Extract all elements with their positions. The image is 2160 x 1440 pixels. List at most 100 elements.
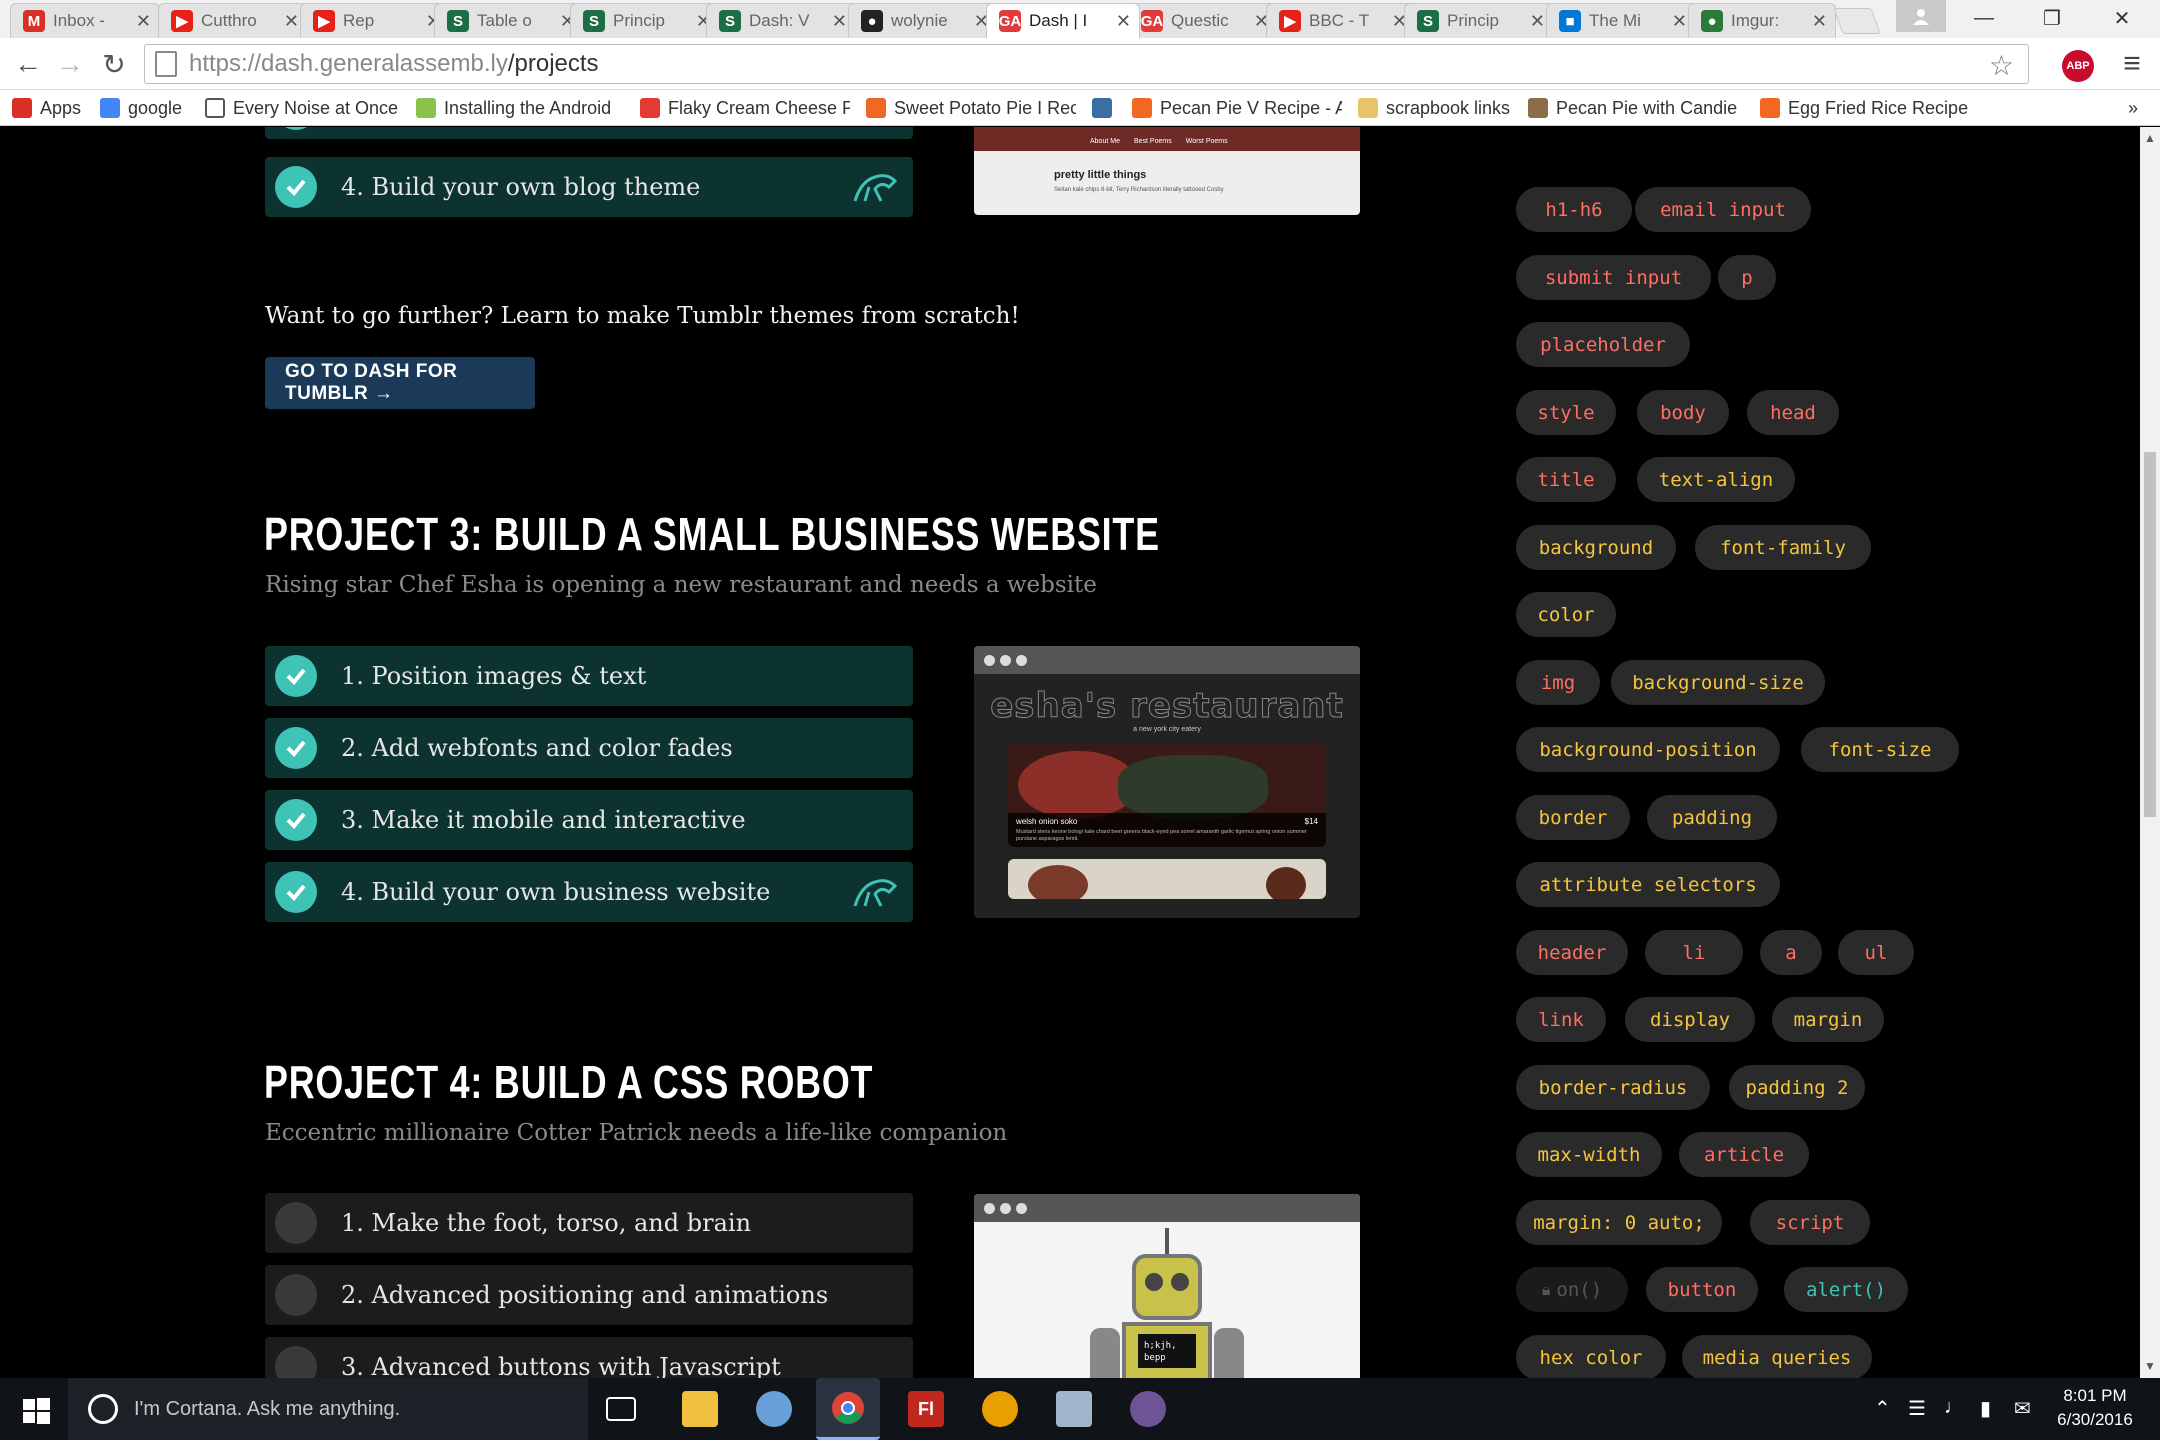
bookmark-item[interactable]: Apps	[12, 95, 92, 121]
wifi-icon[interactable]: ☰	[1908, 1396, 1926, 1421]
bookmark-item[interactable]: Sweet Potato Pie I Rec	[866, 95, 1076, 121]
back-arrow-icon[interactable]: ←	[10, 46, 46, 82]
volume-icon[interactable]: ♩	[1944, 1396, 1964, 1419]
skill-tag-css[interactable]: max-width	[1516, 1132, 1662, 1177]
minimize-icon[interactable]: —	[1952, 0, 2016, 36]
bookmarks-overflow-icon[interactable]: »	[2128, 95, 2138, 121]
skill-tag-css[interactable]: font-size	[1801, 727, 1959, 772]
skill-tag-css[interactable]: color	[1516, 592, 1616, 637]
cortana-search-box[interactable]: I'm Cortana. Ask me anything.	[68, 1378, 588, 1440]
skill-tag-html[interactable]: li	[1645, 930, 1743, 975]
close-tab-icon[interactable]: ✕	[136, 11, 151, 32]
step-item[interactable]: 3. Advanced buttons with Javascript	[265, 1337, 913, 1378]
bookmark-item[interactable]: Installing the Android	[416, 95, 628, 121]
skill-tag-html[interactable]: placeholder	[1516, 322, 1690, 367]
step-item[interactable]: 4. Build your own blog theme	[265, 157, 913, 217]
browser-tab[interactable]: S Princip ✕	[570, 3, 720, 38]
skill-tag-js[interactable]: alert()	[1784, 1267, 1908, 1312]
skill-tag-html[interactable]: ul	[1838, 930, 1914, 975]
profile-icon[interactable]	[1896, 0, 1946, 32]
step-item[interactable]: 3. Make it mobile and interactive	[265, 790, 913, 850]
close-tab-icon[interactable]: ✕	[1672, 11, 1687, 32]
skill-tag-locked[interactable]: 🔒︎ on()	[1516, 1267, 1628, 1312]
skill-tag-css[interactable]: background	[1516, 525, 1676, 570]
bookmark-item[interactable]: Every Noise at Once	[205, 95, 405, 121]
skill-tag-html[interactable]: h1-h6	[1516, 187, 1632, 232]
skill-tag-css[interactable]: font-family	[1695, 525, 1871, 570]
bookmark-item[interactable]: scrapbook links	[1358, 95, 1518, 121]
browser-tab[interactable]: ▶Rep✕	[300, 3, 450, 38]
skill-tag-css[interactable]: attribute selectors	[1516, 862, 1780, 907]
step-item[interactable]: 2. Advanced positioning and animations	[265, 1265, 913, 1325]
skill-tag-html[interactable]: head	[1747, 390, 1839, 435]
skill-tag-html[interactable]: title	[1516, 457, 1616, 502]
skill-tag-html[interactable]: header	[1516, 930, 1628, 975]
browser-tab[interactable]: GA Dash | I ✕	[986, 3, 1140, 38]
skill-tag-css[interactable]: background-position	[1516, 727, 1780, 772]
bookmark-item[interactable]	[1092, 95, 1122, 121]
paint-icon[interactable]	[756, 1391, 792, 1427]
skill-tag-css[interactable]: media queries	[1682, 1335, 1872, 1378]
bookmark-item[interactable]: google	[100, 95, 195, 121]
flash-icon[interactable]: Fl	[908, 1391, 944, 1427]
close-window-icon[interactable]: ✕	[2090, 0, 2154, 36]
skill-tag-html[interactable]: p	[1718, 255, 1776, 300]
skill-tag-html[interactable]: img	[1516, 660, 1600, 705]
go-to-dash-tumblr-button[interactable]: GO TO DASH FOR TUMBLR →	[265, 357, 535, 409]
skill-tag-html[interactable]: article	[1679, 1132, 1809, 1177]
skill-tag-css[interactable]: text-align	[1637, 457, 1795, 502]
scroll-up-icon[interactable]: ▲	[2144, 131, 2156, 145]
forward-arrow-icon[interactable]: →	[52, 46, 88, 82]
task-view-icon[interactable]	[606, 1397, 636, 1421]
browser-tab[interactable]: GA Questic ✕	[1128, 3, 1278, 38]
skill-tag-css[interactable]: border-radius	[1516, 1065, 1710, 1110]
skill-tag-css[interactable]: margin: 0 auto;	[1516, 1200, 1722, 1245]
browser-tab[interactable]: S Princip ✕	[1404, 3, 1554, 38]
game-icon[interactable]	[982, 1391, 1018, 1427]
restore-icon[interactable]: ❐	[2020, 0, 2084, 36]
skill-tag-html[interactable]: button	[1646, 1267, 1758, 1312]
skill-tag-css[interactable]: display	[1625, 997, 1755, 1042]
step-item[interactable]: 1. Make the foot, torso, and brain	[265, 1193, 913, 1253]
close-tab-icon[interactable]: ✕	[1812, 11, 1827, 32]
reload-icon[interactable]: ↻	[96, 46, 132, 82]
step-item[interactable]: 1. Position images & text	[265, 646, 913, 706]
browser-tab[interactable]: M Inbox - ✕	[10, 3, 160, 38]
skill-tag-css[interactable]: padding	[1647, 795, 1777, 840]
file-explorer-icon[interactable]	[682, 1391, 718, 1427]
chrome-menu-icon[interactable]: ≡	[2118, 49, 2146, 79]
bookmark-item[interactable]: Pecan Pie with Candie	[1528, 95, 1748, 121]
browser-tab[interactable]: ■ The Mi ✕	[1546, 3, 1696, 38]
windows-start-icon[interactable]	[18, 1393, 54, 1429]
close-tab-icon[interactable]: ✕	[1116, 11, 1131, 32]
close-tab-icon[interactable]: ✕	[284, 11, 299, 32]
bookmark-star-icon[interactable]: ☆	[1989, 49, 2014, 82]
skill-tag-html[interactable]: email input	[1635, 187, 1811, 232]
skill-tag-html[interactable]: style	[1516, 390, 1616, 435]
system-clock[interactable]: 8:01 PM 6/30/2016	[2040, 1384, 2150, 1432]
bookmark-item[interactable]: Flaky Cream Cheese P	[640, 95, 850, 121]
action-center-icon[interactable]: ✉	[2014, 1396, 2031, 1421]
skill-tag-html[interactable]: script	[1750, 1200, 1870, 1245]
address-bar[interactable]: https://dash.generalassemb.ly/projects ☆	[144, 44, 2029, 84]
browser-tab[interactable]: ▶ BBC - T ✕	[1266, 3, 1416, 38]
browser-tab[interactable]: ● wolynie ✕	[848, 3, 998, 38]
browser-tab[interactable]: ● Imgur: ✕	[1688, 3, 1836, 38]
step-item[interactable]	[265, 127, 913, 139]
skill-tag-css[interactable]: padding 2	[1729, 1065, 1865, 1110]
battery-icon[interactable]: ▮	[1980, 1396, 1991, 1421]
bookmark-item[interactable]: Egg Fried Rice Recipe	[1760, 95, 1970, 121]
skill-tag-html[interactable]: submit input	[1516, 255, 1711, 300]
close-tab-icon[interactable]: ✕	[1530, 11, 1545, 32]
close-tab-icon[interactable]: ✕	[832, 11, 847, 32]
browser-tab[interactable]: S Dash: V ✕	[706, 3, 856, 38]
step-item[interactable]: 4. Build your own business website	[265, 862, 913, 922]
bookmark-item[interactable]: Pecan Pie V Recipe - A	[1132, 95, 1342, 121]
browser-tab[interactable]: ▶ Cutthro ✕	[158, 3, 308, 38]
github-desktop-icon[interactable]	[1130, 1391, 1166, 1427]
chrome-icon[interactable]	[816, 1378, 880, 1440]
adblock-plus-icon[interactable]: ABP	[2062, 50, 2094, 82]
vertical-scrollbar[interactable]: ▲ ▼	[2140, 127, 2160, 1378]
skill-tag-css[interactable]: border	[1516, 795, 1630, 840]
step-item[interactable]: 2. Add webfonts and color fades	[265, 718, 913, 778]
